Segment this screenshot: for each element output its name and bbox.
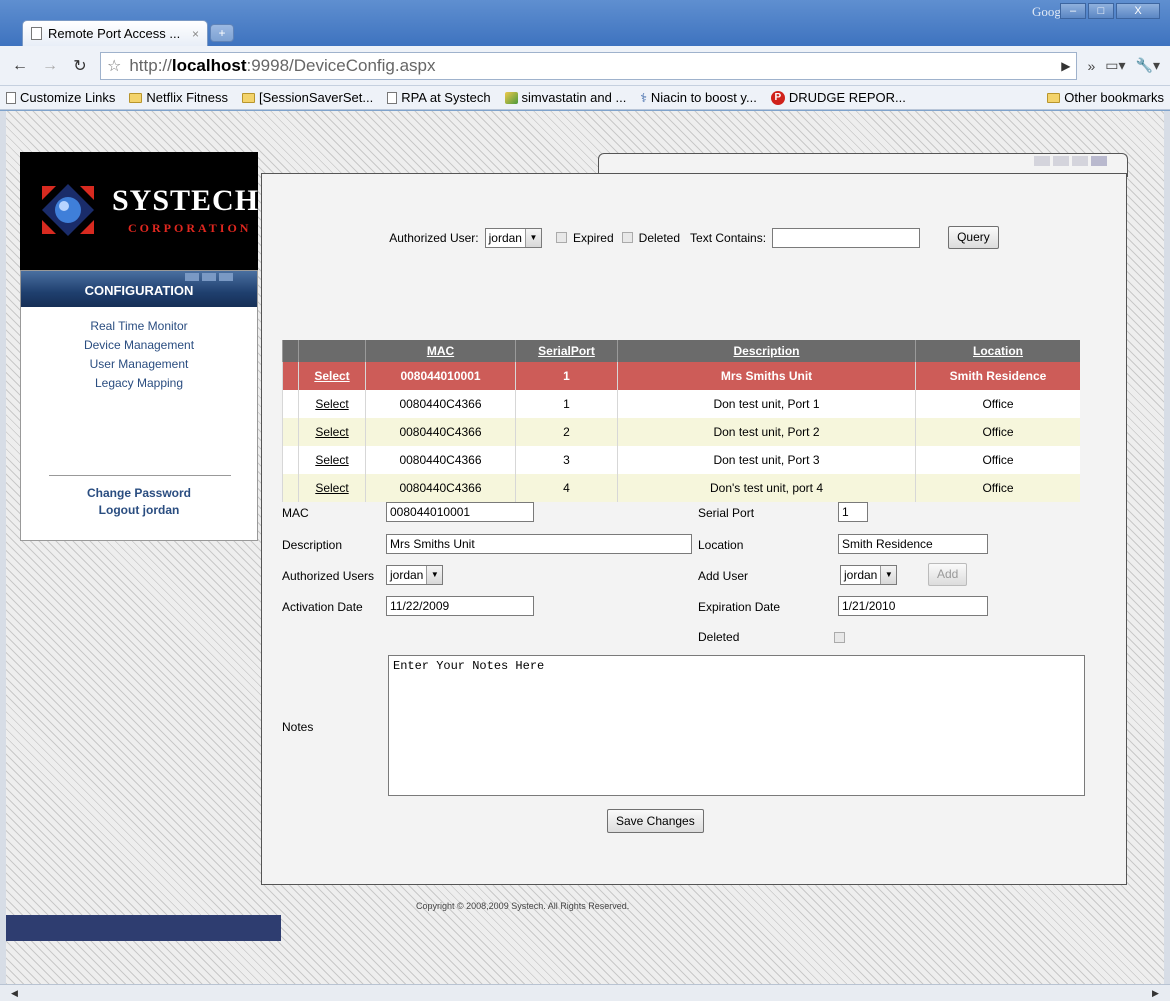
authorized-users-label: Authorized Users	[282, 569, 375, 583]
deleted-checkbox[interactable]	[834, 632, 845, 643]
notes-textarea[interactable]: Enter Your Notes Here	[388, 655, 1085, 796]
close-tab-icon[interactable]: ×	[192, 27, 199, 41]
bookmark-item[interactable]: Netflix Fitness	[129, 90, 228, 105]
forward-arrow-icon[interactable]: →	[40, 57, 60, 75]
navigation-bar: ← → ↻ ☆ http://localhost:9998/DeviceConf…	[0, 46, 1170, 86]
close-window-button[interactable]: X	[1116, 3, 1160, 19]
description-label: Description	[282, 538, 343, 552]
new-tab-button[interactable]: +	[210, 24, 234, 42]
drudge-icon: P	[770, 90, 785, 105]
sidebar-header: CONFIGURATION	[21, 271, 257, 307]
sidebar-item-user-management[interactable]: User Management	[21, 355, 257, 374]
sidebar-links: Real Time Monitor Device Management User…	[21, 307, 257, 393]
mac-label: MAC	[282, 506, 309, 520]
bookmark-item[interactable]: ⚕ Niacin to boost y...	[640, 90, 756, 105]
wrench-icon[interactable]: 🔧▾	[1136, 57, 1160, 74]
play-icon[interactable]: ▶	[1061, 59, 1070, 73]
footer-bar	[6, 915, 281, 941]
page-viewport: SYSTECH CORPORATION CONFIGURATION Real T…	[0, 111, 1170, 984]
activation-date-input[interactable]: 11/22/2009	[386, 596, 534, 616]
activation-date-label: Activation Date	[282, 600, 363, 614]
page-icon	[31, 27, 42, 40]
add-user-label: Add User	[698, 569, 749, 583]
bookmark-item[interactable]: [SessionSaverSet...	[242, 90, 373, 105]
deleted-label: Deleted	[698, 630, 740, 644]
logo-wordmark: SYSTECH	[112, 184, 260, 217]
description-input[interactable]: Mrs Smiths Unit	[386, 534, 692, 554]
chevron-more-icon[interactable]: »	[1087, 58, 1095, 74]
sidebar-item-legacy-mapping[interactable]: Legacy Mapping	[21, 374, 257, 393]
sidebar-divider	[49, 475, 231, 476]
folder-icon	[242, 92, 256, 103]
copyright-text: Copyright © 2008,2009 Systech. All Right…	[416, 901, 630, 911]
authorized-users-select[interactable]: jordan ▼	[386, 565, 444, 585]
sidebar-item-device-management[interactable]: Device Management	[21, 336, 257, 355]
mac-input[interactable]: 008044010001	[386, 502, 534, 522]
bookmark-star-icon[interactable]: ☆	[107, 56, 121, 76]
reload-icon[interactable]: ↻	[70, 56, 90, 76]
bookmark-item[interactable]: RPA at Systech	[387, 90, 491, 105]
horizontal-scrollbar[interactable]: ◀ ▶	[0, 984, 1170, 1001]
other-bookmarks[interactable]: Other bookmarks	[1047, 90, 1164, 105]
dropdown-arrow-icon: ▼	[426, 566, 443, 584]
add-user-button[interactable]: Add	[928, 563, 968, 586]
back-arrow-icon[interactable]: ←	[10, 57, 30, 75]
maximize-button[interactable]: □	[1088, 3, 1114, 19]
notes-label: Notes	[282, 720, 314, 734]
site-icon: ⚕	[640, 90, 647, 105]
location-label: Location	[698, 538, 744, 552]
browser-tab[interactable]: Remote Port Access ... ×	[22, 20, 208, 46]
scroll-right-icon[interactable]: ▶	[1147, 986, 1164, 1000]
dropdown-arrow-icon: ▼	[880, 566, 897, 584]
location-input[interactable]: Smith Residence	[838, 534, 988, 554]
tab-title: Remote Port Access ...	[48, 26, 181, 41]
add-user-select[interactable]: jordan ▼	[840, 565, 898, 585]
logo-emblem-icon	[42, 184, 94, 236]
window-controls: – □ X	[1060, 3, 1160, 19]
folder-icon	[1047, 92, 1061, 103]
title-bar: Remote Port Access ... × + Google – □ X	[0, 0, 1170, 46]
address-bar[interactable]: ☆ http://localhost:9998/DeviceConfig.asp…	[100, 51, 1078, 80]
change-password-link[interactable]: Change Password	[21, 485, 257, 502]
url-text: http://localhost:9998/DeviceConfig.aspx	[129, 55, 436, 75]
site-icon	[504, 91, 518, 104]
logout-link[interactable]: Logout jordan	[21, 502, 257, 519]
expiration-date-label: Expiration Date	[698, 600, 781, 614]
scroll-left-icon[interactable]: ◀	[6, 986, 23, 1000]
sidebar: CONFIGURATION Real Time Monitor Device M…	[20, 270, 258, 541]
minimize-button[interactable]: –	[1060, 3, 1086, 19]
bookmark-item[interactable]: P DRUDGE REPOR...	[770, 90, 906, 105]
page-menu-icon[interactable]: ▭▾	[1105, 57, 1125, 74]
bookmark-item[interactable]: simvastatin and ...	[504, 90, 626, 105]
page-icon	[6, 91, 16, 104]
bookmarks-bar: Customize Links Netflix Fitness [Session…	[0, 86, 1170, 110]
serial-port-input[interactable]: 1	[838, 502, 868, 522]
save-changes-button[interactable]: Save Changes	[607, 809, 704, 833]
bookmark-item[interactable]: Customize Links	[6, 90, 115, 105]
folder-icon	[129, 92, 143, 103]
sidebar-item-real-time-monitor[interactable]: Real Time Monitor	[21, 317, 257, 336]
serial-port-label: Serial Port	[698, 506, 755, 520]
page-icon	[387, 91, 398, 104]
logo-subtitle: CORPORATION	[128, 221, 252, 235]
systech-logo: SYSTECH CORPORATION	[20, 152, 258, 270]
expiration-date-input[interactable]: 1/21/2010	[838, 596, 988, 616]
